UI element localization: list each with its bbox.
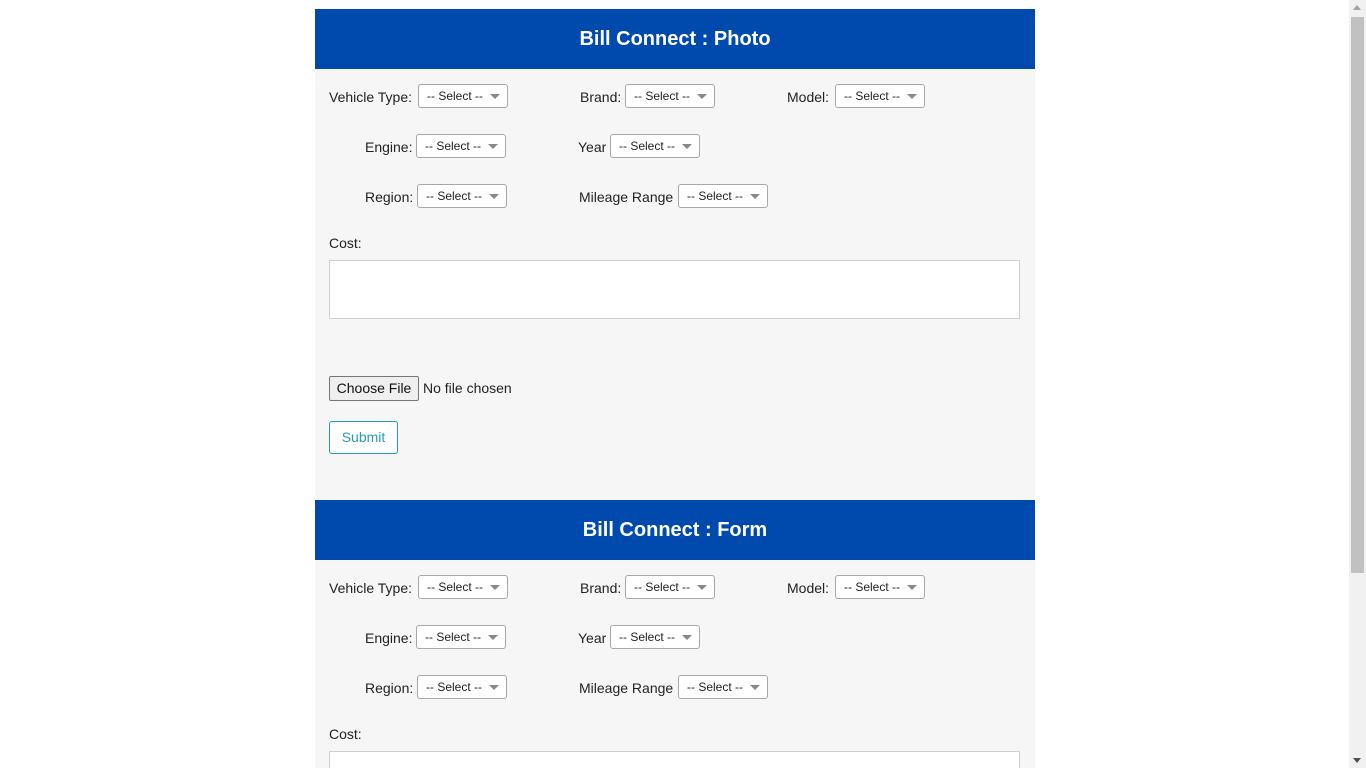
engine-label: Engine: bbox=[365, 630, 413, 646]
model-select-value: -- Select -- bbox=[844, 89, 901, 103]
scrollbar-thumb[interactable] bbox=[1351, 17, 1364, 573]
form-panel-title: Bill Connect : Form bbox=[315, 500, 1035, 560]
mileage-range-select-value: -- Select -- bbox=[687, 189, 744, 203]
engine-select[interactable]: -- Select -- bbox=[416, 625, 506, 649]
vehicle-type-label: Vehicle Type: bbox=[329, 89, 413, 105]
year-select[interactable]: -- Select -- bbox=[610, 625, 700, 649]
cost-label: Cost: bbox=[329, 235, 362, 251]
model-select-value: -- Select -- bbox=[844, 580, 901, 594]
region-select-value: -- Select -- bbox=[426, 189, 483, 203]
engine-select[interactable]: -- Select -- bbox=[416, 134, 506, 158]
chevron-down-icon bbox=[489, 685, 499, 690]
vehicle-type-label: Vehicle Type: bbox=[329, 580, 413, 596]
submit-button[interactable]: Submit bbox=[329, 421, 398, 454]
model-label: Model: bbox=[787, 89, 830, 105]
chevron-down-icon bbox=[682, 635, 692, 640]
brand-select[interactable]: -- Select -- bbox=[625, 84, 715, 108]
model-select[interactable]: -- Select -- bbox=[835, 575, 925, 599]
brand-label: Brand: bbox=[580, 89, 622, 105]
region-select[interactable]: -- Select -- bbox=[417, 675, 507, 699]
year-select-value: -- Select -- bbox=[619, 139, 676, 153]
brand-select-value: -- Select -- bbox=[634, 89, 691, 103]
year-label: Year bbox=[578, 139, 607, 155]
chevron-down-icon bbox=[488, 144, 498, 149]
region-label: Region: bbox=[365, 680, 414, 696]
vehicle-type-select[interactable]: -- Select -- bbox=[418, 84, 508, 108]
vehicle-type-select-value: -- Select -- bbox=[427, 580, 484, 594]
year-label: Year bbox=[578, 630, 607, 646]
file-status-text: No file chosen bbox=[423, 380, 512, 396]
engine-select-value: -- Select -- bbox=[425, 630, 482, 644]
chevron-down-icon bbox=[490, 585, 500, 590]
vehicle-type-select-value: -- Select -- bbox=[427, 89, 484, 103]
cost-textarea[interactable] bbox=[329, 260, 1020, 319]
model-select[interactable]: -- Select -- bbox=[835, 84, 925, 108]
vertical-scrollbar[interactable] bbox=[1349, 0, 1366, 768]
scroll-down-arrow-icon[interactable] bbox=[1353, 758, 1361, 763]
region-select[interactable]: -- Select -- bbox=[417, 184, 507, 208]
region-select-value: -- Select -- bbox=[426, 680, 483, 694]
chevron-down-icon bbox=[697, 94, 707, 99]
cost-textarea[interactable] bbox=[329, 751, 1020, 768]
scroll-up-arrow-icon[interactable] bbox=[1353, 5, 1361, 10]
engine-label: Engine: bbox=[365, 139, 413, 155]
region-label: Region: bbox=[365, 189, 414, 205]
mileage-range-label: Mileage Range bbox=[579, 189, 674, 205]
photo-panel-body: Vehicle Type: -- Select -- Brand: -- Sel… bbox=[315, 69, 1035, 500]
mileage-range-select[interactable]: -- Select -- bbox=[678, 184, 768, 208]
chevron-down-icon bbox=[907, 94, 917, 99]
brand-select[interactable]: -- Select -- bbox=[625, 575, 715, 599]
form-panel-body: Vehicle Type: -- Select -- Brand: -- Sel… bbox=[315, 560, 1035, 768]
form-panel: Bill Connect : Form Vehicle Type: -- Sel… bbox=[315, 500, 1035, 768]
chevron-down-icon bbox=[490, 94, 500, 99]
chevron-down-icon bbox=[682, 144, 692, 149]
mileage-range-select[interactable]: -- Select -- bbox=[678, 675, 768, 699]
model-label: Model: bbox=[787, 580, 830, 596]
chevron-down-icon bbox=[750, 194, 760, 199]
year-select-value: -- Select -- bbox=[619, 630, 676, 644]
cost-label: Cost: bbox=[329, 726, 362, 742]
vehicle-type-select[interactable]: -- Select -- bbox=[418, 575, 508, 599]
chevron-down-icon bbox=[907, 585, 917, 590]
photo-panel: Bill Connect : Photo Vehicle Type: -- Se… bbox=[315, 9, 1035, 500]
chevron-down-icon bbox=[697, 585, 707, 590]
chevron-down-icon bbox=[750, 685, 760, 690]
brand-select-value: -- Select -- bbox=[634, 580, 691, 594]
chevron-down-icon bbox=[489, 194, 499, 199]
mileage-range-label: Mileage Range bbox=[579, 680, 674, 696]
mileage-range-select-value: -- Select -- bbox=[687, 680, 744, 694]
year-select[interactable]: -- Select -- bbox=[610, 134, 700, 158]
brand-label: Brand: bbox=[580, 580, 622, 596]
engine-select-value: -- Select -- bbox=[425, 139, 482, 153]
photo-panel-title: Bill Connect : Photo bbox=[315, 9, 1035, 69]
page-container: Bill Connect : Photo Vehicle Type: -- Se… bbox=[315, 9, 1035, 768]
choose-file-button[interactable]: Choose File bbox=[329, 376, 419, 401]
chevron-down-icon bbox=[488, 635, 498, 640]
